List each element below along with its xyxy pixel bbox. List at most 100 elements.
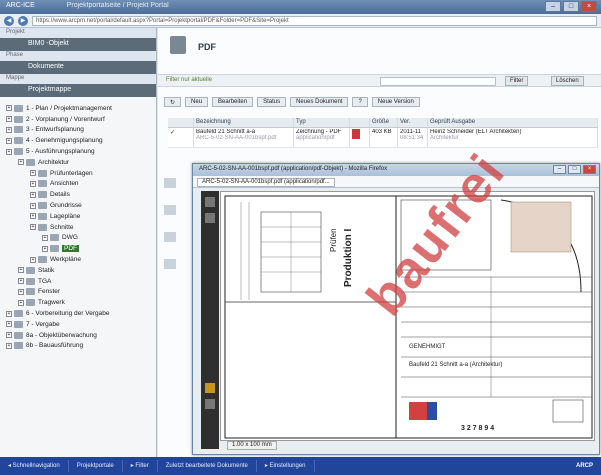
folder-icon — [14, 342, 23, 350]
maximize-button[interactable]: □ — [563, 1, 579, 12]
toolbar-button[interactable]: ↻ — [164, 97, 182, 107]
toolbar-button[interactable]: Bearbeiten — [212, 97, 254, 107]
tree-item[interactable]: +1 - Plan / Projektmanagement — [0, 103, 156, 114]
forward-icon[interactable]: ▶ — [18, 15, 28, 26]
toolbar-button[interactable]: Status — [257, 97, 287, 107]
tree-item[interactable]: +7 - Vergabe — [0, 319, 156, 330]
document-icon[interactable] — [164, 178, 176, 188]
search-input[interactable] — [380, 77, 496, 86]
tree-item[interactable]: +4 - Genehmigungsplanung — [0, 135, 156, 146]
expand-icon[interactable]: + — [6, 116, 12, 123]
expand-icon[interactable]: + — [6, 126, 12, 133]
bottom-nav-item[interactable]: Projektportale — [69, 460, 123, 472]
expand-icon[interactable]: + — [30, 202, 36, 209]
bottom-nav-item[interactable]: ▸ Filter — [123, 460, 158, 472]
tree-item[interactable]: +8a - Objektüberwachung — [0, 330, 156, 341]
column-header[interactable]: Größe — [370, 118, 398, 127]
table-row[interactable]: ✓ Baufeld 21 Schnitt a-a ARC-5-02-SN-AA-00… — [168, 128, 598, 148]
toolbar-button[interactable]: Neu — [185, 97, 209, 107]
expand-icon[interactable]: + — [6, 310, 12, 317]
tree-item[interactable]: + Statik — [0, 265, 156, 276]
page-thumbnail-icon[interactable] — [205, 197, 215, 207]
tree-item[interactable]: + Lagepläne — [0, 211, 156, 222]
page-title: Projektportalseite / Projekt Portal — [66, 2, 169, 9]
bottom-nav-item[interactable]: Zuletzt bearbeitete Dokumente — [158, 460, 257, 472]
toolbar-button[interactable]: Neue Version — [371, 97, 420, 107]
tree-item-label: Details — [50, 191, 70, 199]
tree-item[interactable]: +3 - Entwurfsplanung — [0, 125, 156, 136]
viewer-minimize-button[interactable]: – — [553, 165, 566, 174]
expand-icon[interactable]: + — [18, 159, 24, 166]
expand-icon[interactable]: + — [6, 321, 12, 328]
tree-item[interactable]: + PDF — [0, 243, 156, 254]
settings-icon[interactable] — [205, 399, 215, 409]
toolbar-button[interactable]: ? — [352, 97, 368, 107]
column-header[interactable] — [350, 118, 370, 127]
expand-icon[interactable]: + — [18, 278, 24, 285]
attachment-icon[interactable] — [205, 383, 215, 393]
expand-icon[interactable]: + — [18, 299, 24, 306]
column-header[interactable]: Geprüft Ausgabe — [428, 118, 598, 127]
expand-icon[interactable]: + — [30, 256, 36, 263]
expand-icon[interactable]: + — [30, 170, 36, 177]
pdf-file-icon[interactable] — [350, 128, 370, 147]
tree-item[interactable]: +2 - Vorplanung / Vorentwurf — [0, 114, 156, 125]
expand-icon[interactable]: + — [30, 191, 36, 198]
tree-item[interactable]: +6 - Vorbereitung der Vergabe — [0, 308, 156, 319]
expand-icon[interactable]: + — [30, 224, 36, 231]
expand-icon[interactable]: + — [42, 245, 48, 252]
expand-icon[interactable]: + — [6, 137, 12, 144]
tree-item[interactable]: + Werkpläne — [0, 254, 156, 265]
back-icon[interactable]: ◀ — [4, 15, 14, 26]
viewer-close-button[interactable]: × — [583, 165, 596, 174]
tree-item[interactable]: + Fenster — [0, 287, 156, 298]
tree-item[interactable]: + Tragwerk — [0, 297, 156, 308]
expand-icon[interactable]: + — [30, 213, 36, 220]
tree-item[interactable]: +8b - Bauausführung — [0, 341, 156, 352]
expand-icon[interactable]: + — [18, 267, 24, 274]
tree-item[interactable]: + Grundrisse — [0, 200, 156, 211]
left-panel: Projekt BIM0 -Objekt Phase Dokumente Map… — [0, 28, 157, 457]
phase-selector[interactable]: Dokumente — [0, 61, 156, 74]
tree-item[interactable]: + Schnitte — [0, 222, 156, 233]
zoom-indicator[interactable]: 1.00 x 100 mm — [227, 441, 277, 450]
viewer-maximize-button[interactable]: □ — [568, 165, 581, 174]
reset-button[interactable]: Löschen — [551, 76, 584, 86]
minimize-button[interactable]: – — [545, 1, 561, 12]
tree-item[interactable]: + DWG — [0, 233, 156, 244]
document-icon[interactable] — [164, 205, 176, 215]
column-header[interactable]: Typ — [294, 118, 350, 127]
expand-icon[interactable]: + — [6, 148, 12, 155]
table-cell: ✓ — [168, 128, 194, 147]
expand-icon[interactable]: + — [18, 288, 24, 295]
document-icon[interactable] — [164, 232, 176, 242]
tree-item[interactable]: + Details — [0, 189, 156, 200]
viewer-title: ARC-5-02-SN-AA-001bspf.pdf (application/… — [199, 166, 388, 172]
close-button[interactable]: × — [581, 1, 597, 12]
folder-icon — [14, 115, 23, 123]
folder-selector[interactable]: Projektmappe — [0, 84, 156, 97]
column-header[interactable] — [168, 118, 194, 127]
tree-item[interactable]: + Prüfunterlagen — [0, 168, 156, 179]
bottom-nav-item[interactable]: ◂ Schnellnavigation — [0, 460, 69, 472]
expand-icon[interactable]: + — [6, 332, 12, 339]
expand-icon[interactable]: + — [30, 180, 36, 187]
column-header[interactable]: Ver. — [398, 118, 428, 127]
filter-button[interactable]: Filter — [505, 76, 529, 86]
bookmark-icon[interactable] — [205, 213, 215, 223]
toolbar-button[interactable]: Neues Dokument — [290, 97, 349, 107]
tree-item[interactable]: + Ansichten — [0, 179, 156, 190]
project-selector[interactable]: BIM0 -Objekt — [0, 38, 156, 51]
column-header[interactable]: Bezeichnung — [194, 118, 294, 127]
url-field[interactable]: https://www.arcpm.net/portal/default.asp… — [32, 15, 597, 26]
expand-icon[interactable]: + — [6, 105, 12, 112]
document-icon[interactable] — [164, 259, 176, 269]
bottom-nav-item[interactable]: ▸ Einstellungen — [257, 460, 315, 472]
tree-item[interactable]: + Architektur — [0, 157, 156, 168]
expand-icon[interactable]: + — [42, 234, 48, 241]
viewer-tab[interactable]: ARC-5-02-SN-AA-001bspf.pdf (application/… — [197, 178, 335, 187]
tree-item[interactable]: +5 - Ausführungsplanung — [0, 146, 156, 157]
expand-icon[interactable]: + — [6, 342, 12, 349]
filter-label[interactable]: Filter nur aktuelle — [166, 77, 212, 83]
tree-item[interactable]: + TGA — [0, 276, 156, 287]
